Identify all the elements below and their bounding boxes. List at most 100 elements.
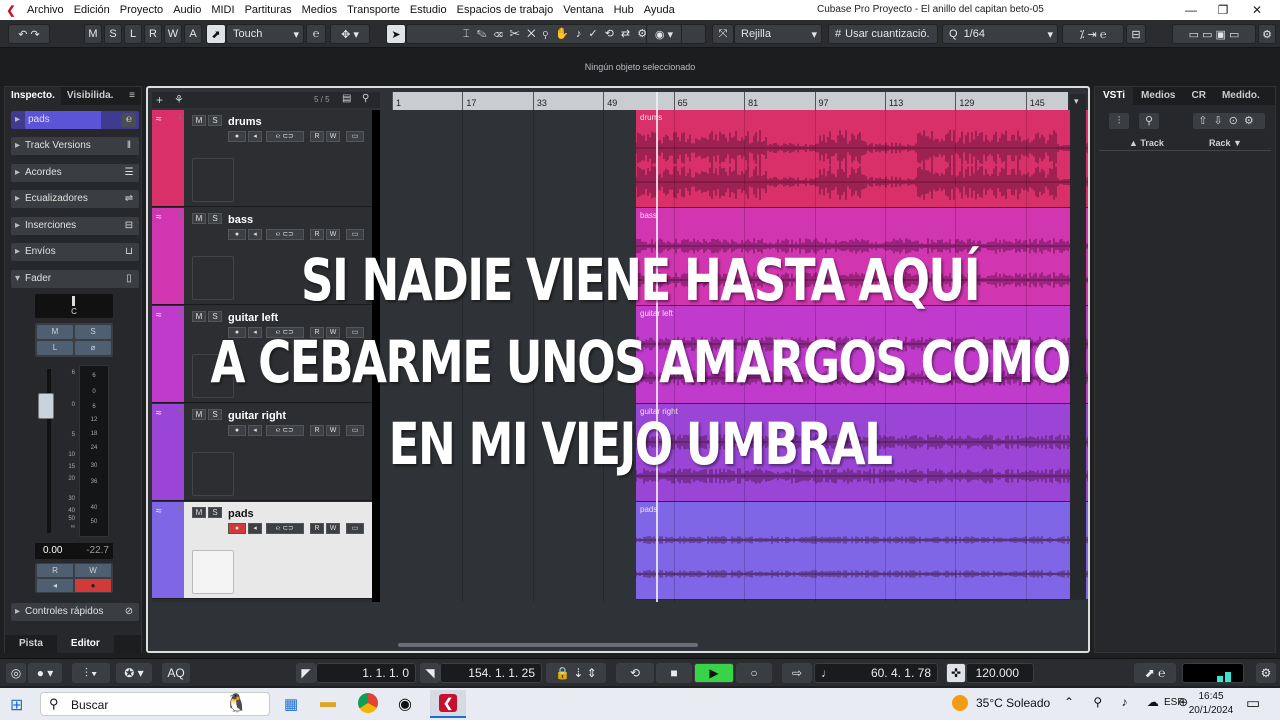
aq-button[interactable]: AQ [162,663,190,683]
settings-icon[interactable]: ⚙ [1258,24,1276,44]
menu-archivo[interactable]: Archivo [22,4,69,16]
horizontal-scrollbar[interactable] [398,643,698,647]
tab-visibility[interactable]: Visibilida. [61,87,120,105]
inspector-track-header[interactable]: pads ℮ [11,111,139,129]
col-track[interactable]: ▲ Track [1129,138,1164,148]
menu-partituras[interactable]: Partituras [240,4,297,16]
metronome-icon[interactable]: ✪ ▾ [116,663,152,683]
marker-icons[interactable]: ⬈ ℮ [1134,663,1176,683]
track-mute-button[interactable]: M [192,213,206,224]
restore-icon[interactable]: ❐ [1206,0,1240,20]
language-indicator[interactable]: ESP [1164,697,1184,708]
menu-medios[interactable]: Medios [297,4,342,16]
tab-inspector[interactable]: Inspecto. [5,87,61,105]
track-edit-icon[interactable]: ℮ ⊂⊃ [266,229,304,240]
tempo-display[interactable]: 120.000 [966,663,1034,683]
track-monitor-icon[interactable]: ◂ [248,523,262,534]
pan-control[interactable]: C [35,294,113,318]
section-fader[interactable]: Fader ▯ [11,270,139,288]
listen-button[interactable]: L [37,341,73,355]
audio-mode-icon[interactable]: ⫶ ▾ [72,663,110,683]
loop-tool-icon[interactable]: ℮ [306,24,326,44]
add-track-icon[interactable]: + [156,93,163,107]
tab-vsti[interactable]: VSTi [1095,87,1134,105]
section-sends[interactable]: Envíos ⊔ [11,243,139,261]
clock[interactable]: 16:45 20/1/2024 [1188,690,1234,718]
menu-midi[interactable]: MIDI [206,4,239,16]
track-edit-icon[interactable]: ℮ ⊂⊃ [266,523,304,534]
cubase-taskbar-icon[interactable]: ❮ [430,690,466,718]
tab-meter[interactable]: Medido. [1214,87,1268,105]
add-instrument-icon[interactable]: ⫶ [1109,113,1129,129]
automation-icon[interactable]: ⬈ [206,24,226,44]
mode-r-button[interactable]: R [144,24,162,44]
settings-icon[interactable]: ⚙ [1256,663,1276,683]
audio-event[interactable]: pads [636,502,1088,600]
track-read-button[interactable]: R [310,523,324,534]
section-chords[interactable]: Acordes ☰ [11,164,139,182]
speaker-icon[interactable]: ◉ ▾ [646,24,682,44]
sync-icon[interactable]: ⇨ [782,663,812,683]
tab-media[interactable]: Medios [1133,87,1183,105]
menu-edicion[interactable]: Edición [69,4,115,16]
track-name[interactable]: pads [228,508,254,520]
nudge-icon[interactable]: ✥ ▾ [330,24,370,44]
mode-m-button[interactable]: M [84,24,102,44]
write-button[interactable]: W [75,564,111,577]
track-write-button[interactable]: W [326,523,340,534]
track-read-button[interactable]: R [310,131,324,142]
track-name[interactable]: drums [228,116,262,128]
track-edit-icon[interactable]: ℮ ⊂⊃ [266,131,304,142]
audio-event[interactable]: drums [636,110,1088,208]
close-icon[interactable]: ✕ [1240,0,1274,20]
track-row[interactable]: ≈5 M Spads ● ◂ ℮ ⊂⊃ R W ▭ [152,502,380,599]
menu-espacios[interactable]: Espacios de trabajo [452,4,559,16]
track-mute-button[interactable]: M [192,507,206,518]
automation-mode-select[interactable]: Touch ▾ [226,24,304,44]
track-monitor-icon[interactable]: ◂ [248,229,262,240]
tab-editor[interactable]: Editor [56,635,114,653]
mode-l-button[interactable]: L [124,24,142,44]
fader-handle[interactable] [38,393,54,419]
quantize-value-select[interactable]: Q 1/64 ▾ [942,24,1058,44]
track-name[interactable]: bass [228,214,253,226]
volume-fader[interactable]: 6 0 5 10 15 20 30 40 50 ∞ [35,365,77,537]
mode-s-button[interactable]: S [104,24,122,44]
section-eq[interactable]: Ecualizadores ⇌ [11,190,139,208]
notifications-icon[interactable]: ▭ [1246,694,1260,712]
right-locator-icon[interactable]: ◥ [420,663,440,683]
undo-redo-icon[interactable]: ↶ ↷ [8,24,50,44]
record-enable-icon[interactable]: ● [75,579,111,592]
track-write-button[interactable]: W [326,229,340,240]
track-solo-button[interactable]: S [208,507,222,518]
section-track-versions[interactable]: Track Versions ǁ [11,137,139,155]
track-solo-button[interactable]: S [208,213,222,224]
read-button[interactable]: R [37,564,73,577]
window-layout-icon[interactable]: ▭ ▭ ▣ ▭ [1172,24,1256,44]
search-icon[interactable]: ⚲ [1139,113,1159,129]
solo-button[interactable]: S [75,325,111,339]
track-record-icon[interactable]: ● [228,131,246,142]
track-mute-button[interactable]: M [192,115,206,126]
track-lanes-icon[interactable]: ▭ [346,523,364,534]
track-read-button[interactable]: R [310,229,324,240]
tab-cr[interactable]: CR [1184,87,1214,105]
weather-text[interactable]: 35°C Soleado [976,696,1050,710]
search-icon[interactable]: ⚲ [362,93,369,104]
menu-estudio[interactable]: Estudio [405,4,452,16]
position-display[interactable]: ♩ 60. 4. 1. 78 [814,663,938,683]
obs-icon[interactable]: ◉ [398,694,412,714]
task-view-icon[interactable]: ▦ [284,695,298,713]
menu-proyecto[interactable]: Proyecto [115,4,168,16]
left-locator[interactable]: 1. 1. 1. 0 [316,663,416,683]
track-solo-button[interactable]: S [208,115,222,126]
track-row[interactable]: ≈1 M Sdrums ● ◂ ℮ ⊂⊃ R W ▭ [152,110,380,207]
phase-icon[interactable]: ⌀ [75,341,111,355]
menu-hub[interactable]: Hub [609,4,639,16]
file-explorer-icon[interactable]: ▬ [320,694,336,712]
edit-channel-icon[interactable]: ℮ [122,113,136,127]
taskbar-search[interactable]: ⚲ Buscar 🐧 [40,692,270,716]
cycle-icon[interactable]: ⟲ [616,663,654,683]
select-tool-icon[interactable]: ➤ [386,24,406,44]
snap-type-select[interactable]: Rejilla ▾ [734,24,822,44]
